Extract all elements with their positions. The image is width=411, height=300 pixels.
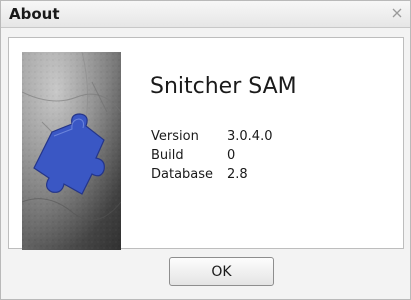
version-row: Version 3.0.4.0 bbox=[151, 127, 272, 146]
database-row: Database 2.8 bbox=[151, 165, 272, 184]
database-label: Database bbox=[151, 167, 214, 182]
about-dialog: About Snitcher SAM Version 3.0.4.0 Build… bbox=[0, 0, 411, 300]
database-value: 2.8 bbox=[227, 167, 248, 182]
app-name: Snitcher SAM bbox=[150, 74, 297, 99]
version-label: Version bbox=[151, 129, 199, 144]
build-label: Build bbox=[151, 148, 184, 163]
build-value: 0 bbox=[227, 148, 236, 163]
version-value: 3.0.4.0 bbox=[227, 129, 273, 144]
version-info: Version 3.0.4.0 Build 0 Database 2.8 bbox=[151, 127, 272, 184]
dialog-title: About bbox=[9, 5, 60, 23]
build-row: Build 0 bbox=[151, 146, 272, 165]
puzzle-piece-icon bbox=[22, 52, 121, 250]
close-icon[interactable] bbox=[390, 6, 404, 20]
title-bar: About bbox=[1, 1, 410, 28]
content-panel: Snitcher SAM Version 3.0.4.0 Build 0 Datab… bbox=[8, 37, 404, 250]
ok-button[interactable]: OK bbox=[169, 257, 274, 286]
